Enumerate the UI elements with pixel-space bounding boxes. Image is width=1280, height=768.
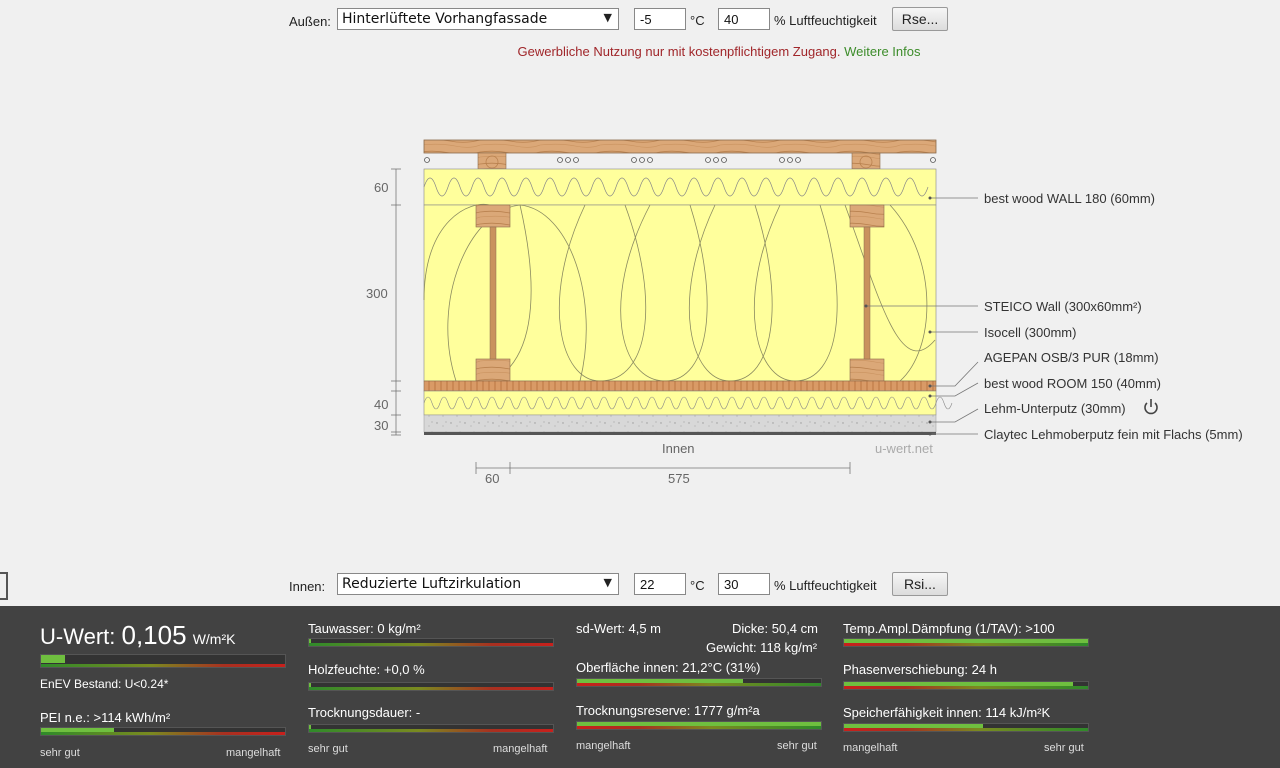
- rse-button[interactable]: Rse...: [892, 7, 948, 31]
- inner-humidity-unit: % Luftfeuchtigkeit: [774, 578, 877, 593]
- cladding-board: [423, 139, 937, 154]
- dropdown-arrow-icon: ▼: [603, 11, 612, 24]
- trocknungsdauer-bar: [308, 724, 554, 733]
- commercial-notice: Gewerbliche Nutzung nur mit kostenpflich…: [0, 44, 1280, 59]
- uwert-display: U-Wert: 0,105 W/m²K: [40, 620, 235, 651]
- inner-humidity-input[interactable]: 30: [718, 573, 770, 595]
- battens: [477, 152, 881, 170]
- more-info-link[interactable]: Weitere Infos: [844, 44, 920, 59]
- dim-left-40: 40: [374, 397, 389, 412]
- tauwasser-text: Tauwasser: 0 kg/m²: [308, 621, 421, 636]
- dim-left-30: 30: [374, 418, 389, 433]
- clay-finish-layer: [424, 432, 936, 435]
- osb-layer: [423, 380, 937, 392]
- trocknungsreserve-bar-scale: [577, 726, 821, 729]
- dim-left-60: 60: [374, 180, 389, 195]
- trocknungsdauer-text: Trocknungsdauer: -: [308, 705, 421, 720]
- dim-left-300: 300: [366, 286, 388, 301]
- cellulose-insulation: [423, 204, 937, 382]
- inner-temp-unit: °C: [690, 578, 705, 593]
- outer-temp-unit: °C: [690, 13, 705, 28]
- notice-text: Gewerbliche Nutzung nur mit kostenpflich…: [517, 44, 841, 59]
- outer-humidity-input[interactable]: 40: [718, 8, 770, 30]
- tauwasser-bar-scale: [309, 643, 553, 646]
- layer-label-woodfibre-wall: best wood WALL 180 (60mm): [984, 191, 1155, 206]
- inner-temperature-input[interactable]: 22: [634, 573, 686, 595]
- holzfeuchte-bar: [308, 682, 554, 691]
- inner-side-label: Innen: [662, 441, 695, 456]
- gewicht-text: Gewicht: 118 kg/m²: [706, 640, 818, 655]
- trocknungsreserve-bar: [576, 721, 822, 730]
- enev-text: EnEV Bestand: U<0.24*: [40, 677, 169, 691]
- outer-select-value: Hinterlüftete Vorhangfassade: [342, 11, 548, 27]
- rsi-button[interactable]: Rsi...: [892, 572, 948, 596]
- dropdown-arrow-icon: ▼: [603, 576, 612, 589]
- layer-label-steico-wall: STEICO Wall (300x60mm²): [984, 299, 1142, 314]
- scale-mangelhaft-1: mangelhaft: [226, 747, 281, 759]
- scale-sehr-gut-3: sehr gut: [777, 740, 817, 752]
- outer-humidity-unit: % Luftfeuchtigkeit: [774, 13, 877, 28]
- holzfeuchte-bar-scale: [309, 687, 553, 690]
- uwert-bar-scale: [41, 664, 285, 667]
- layer-label-woodfibre-room: best wood ROOM 150 (40mm): [984, 376, 1162, 391]
- bottom-dimensions: [475, 462, 851, 474]
- oberflaeche-bar-scale: [577, 683, 821, 686]
- left-dimensions: [391, 168, 401, 436]
- scale-mangelhaft-3: mangelhaft: [576, 740, 631, 752]
- dim-bottom-575: 575: [668, 471, 690, 486]
- power-icon[interactable]: [1144, 399, 1158, 415]
- uwert-value: 0,105: [121, 620, 187, 650]
- outer-ventilation-select[interactable]: Hinterlüftete Vorhangfassade ▼: [337, 8, 619, 30]
- oberflaeche-text: Oberfläche innen: 21,2°C (31%): [576, 660, 761, 675]
- scale-mangelhaft-2: mangelhaft: [493, 743, 548, 755]
- uwert-unit: W/m²K: [192, 631, 236, 647]
- phasen-bar: [843, 681, 1089, 690]
- pei-bar: [40, 727, 286, 736]
- temp-ampl-text: Temp.Ampl.Dämpfung (1/TAV): >100: [843, 621, 1055, 636]
- sd-wert-text: sd-Wert: 4,5 m: [576, 621, 662, 636]
- oberflaeche-bar: [576, 678, 822, 687]
- woodfibre-outer-layer: [423, 168, 937, 206]
- phasen-bar-scale: [844, 686, 1088, 689]
- scale-sehr-gut-1: sehr gut: [40, 747, 80, 759]
- uwert-label: U-Wert:: [40, 624, 116, 649]
- dim-bottom-60: 60: [485, 471, 500, 486]
- dicke-text: Dicke: 50,4 cm: [732, 621, 818, 636]
- outer-temperature-input[interactable]: -5: [634, 8, 686, 30]
- inner-label: Innen:: [289, 579, 326, 594]
- holzfeuchte-text: Holzfeuchte: +0,0 %: [308, 662, 425, 677]
- layer-label-clay-plaster: Lehm-Unterputz (30mm): [984, 401, 1126, 416]
- pei-text: PEI n.e.: >114 kWh/m²: [40, 710, 171, 725]
- scale-sehr-gut-2: sehr gut: [308, 743, 348, 755]
- layer-label-osb: AGEPAN OSB/3 PUR (18mm): [984, 350, 1159, 365]
- inner-ventilation-select[interactable]: Reduzierte Luftzirkulation ▼: [337, 573, 619, 595]
- temp-ampl-bar-scale: [844, 643, 1088, 646]
- phasen-text: Phasenverschiebung: 24 h: [843, 662, 997, 677]
- scale-sehr-gut-4: sehr gut: [1044, 742, 1084, 754]
- results-panel: U-Wert: 0,105 W/m²K EnEV Bestand: U<0.24…: [0, 606, 1280, 768]
- outer-climate-row: Außen: Hinterlüftete Vorhangfassade ▼ -5…: [0, 7, 1280, 34]
- layer-label-clay-finish: Claytec Lehmoberputz fein mit Flachs (5m…: [984, 427, 1243, 442]
- inner-select-value: Reduzierte Luftzirkulation: [342, 576, 522, 592]
- trocknungsdauer-bar-scale: [309, 729, 553, 732]
- trocknungsreserve-text: Trocknungsreserve: 1777 g/m²a: [576, 703, 760, 718]
- tauwasser-bar: [308, 638, 554, 647]
- pei-bar-scale: [41, 732, 285, 735]
- temp-ampl-bar: [843, 638, 1089, 647]
- speicher-text: Speicherfähigkeit innen: 114 kJ/m²K: [843, 705, 1051, 720]
- outer-label: Außen:: [289, 14, 331, 29]
- uwert-bar: [40, 654, 286, 668]
- speicher-bar-scale: [844, 728, 1088, 731]
- watermark: u-wert.net: [875, 441, 933, 456]
- scale-mangelhaft-4: mangelhaft: [843, 742, 898, 754]
- speicher-bar: [843, 723, 1089, 732]
- layer-label-isocell: Isocell (300mm): [984, 325, 1077, 340]
- uwert-bar-fill: [41, 655, 66, 663]
- clay-plaster-layer: [423, 414, 937, 433]
- inner-climate-row: Innen: Reduzierte Luftzirkulation ▼ 22 °…: [0, 572, 1280, 599]
